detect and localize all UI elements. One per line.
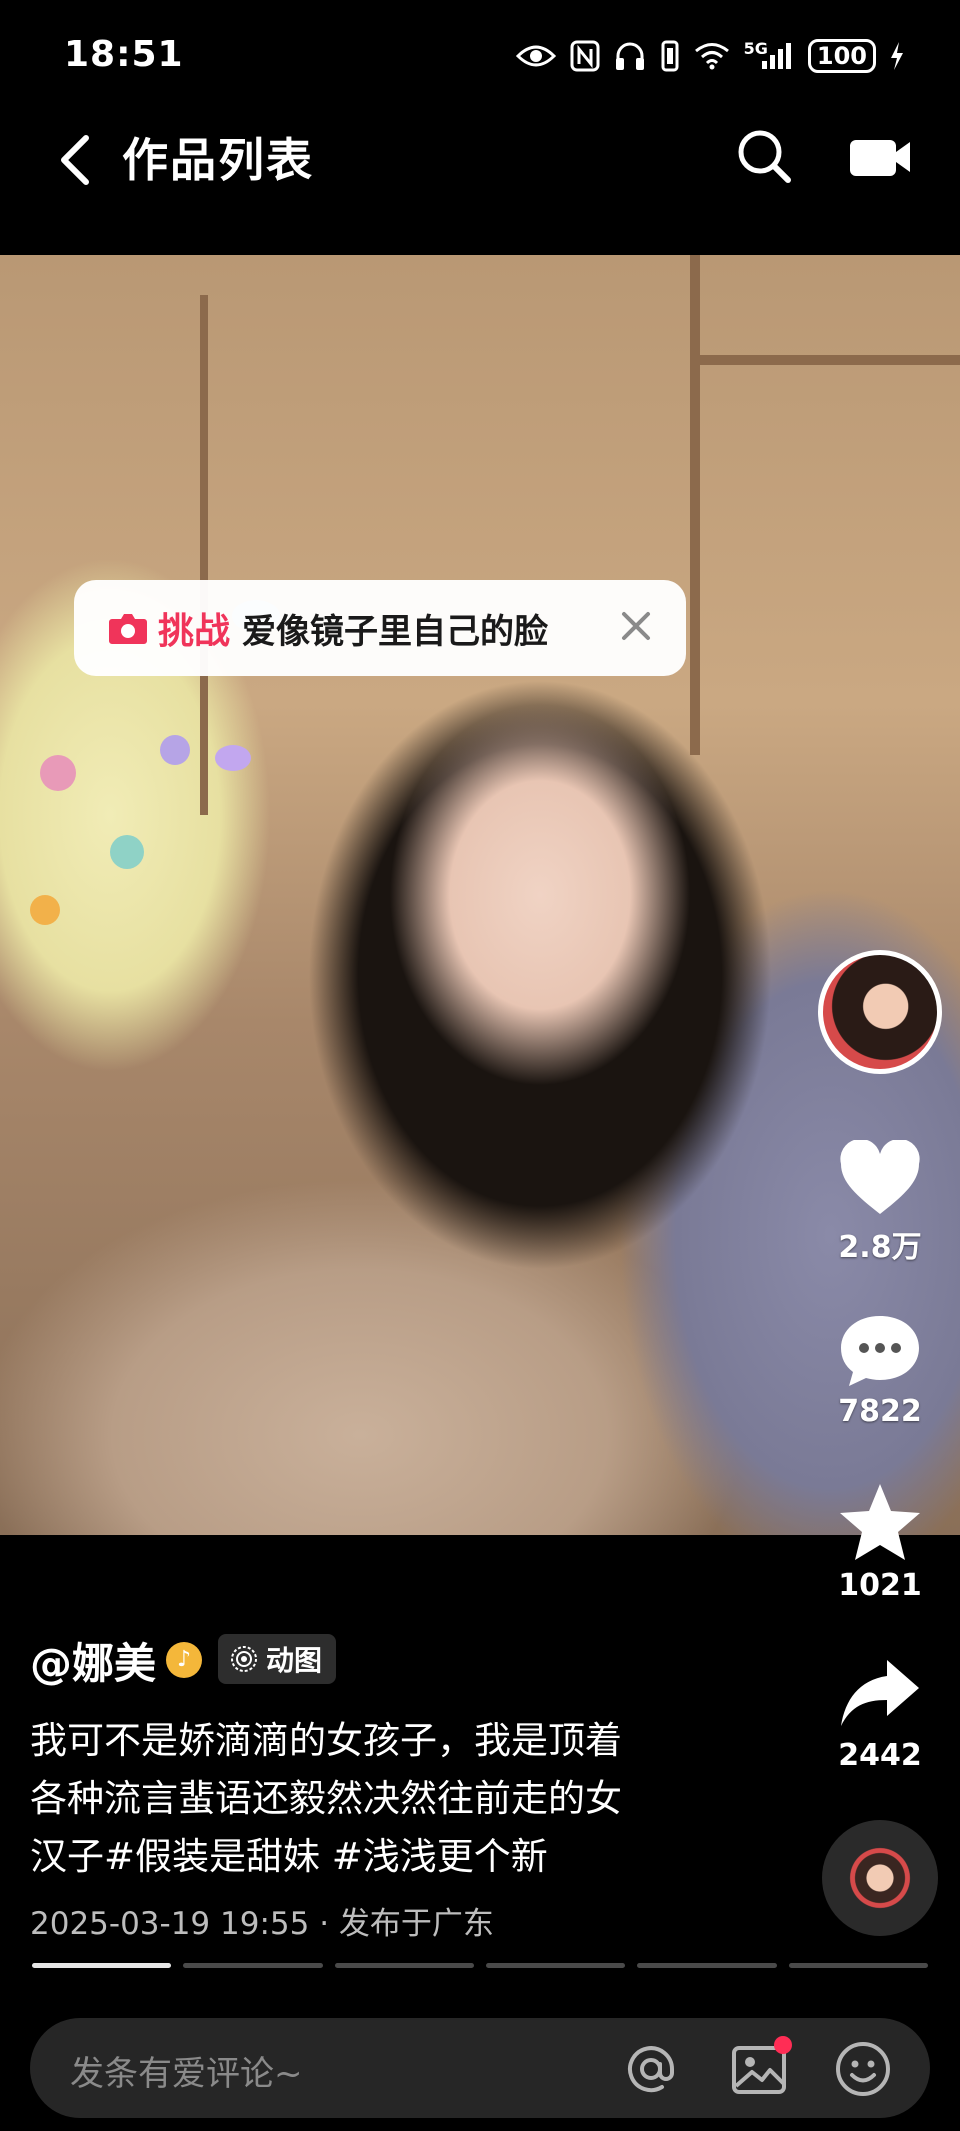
like-button[interactable]: 2.8万 [828, 1140, 932, 1266]
share-button[interactable]: 2442 [828, 1656, 932, 1773]
camera-icon [109, 614, 147, 644]
shelf-edge [690, 355, 960, 365]
hair-clip [215, 745, 251, 771]
nav-bar: 作品列表 [0, 110, 960, 255]
at-mention-icon[interactable] [622, 2040, 680, 2098]
music-disc[interactable] [822, 1820, 938, 1936]
back-button[interactable] [50, 130, 100, 190]
post-image[interactable]: 挑战 爱像镜子里自己的脸 [0, 255, 960, 1535]
back-arrow-icon [61, 135, 89, 185]
author-avatar[interactable] [818, 950, 942, 1074]
post-caption[interactable]: 我可不是娇滴滴的女孩子，我是顶着 各种流言蜚语还毅然决然往前走的女 汉子#假装是… [30, 1712, 730, 1886]
image-progress [32, 1963, 928, 1969]
eye-icon [515, 42, 556, 70]
emoji-icon[interactable] [834, 2040, 892, 2098]
favorite-button[interactable]: 1021 [828, 1482, 932, 1603]
search-icon [738, 130, 791, 183]
like-count: 2.8万 [838, 1230, 922, 1265]
blanket-dot [30, 895, 60, 925]
shelf-edge [690, 255, 700, 755]
blanket-dot [160, 735, 190, 765]
challenge-tag: 挑战 [158, 611, 231, 652]
progress-segment [788, 1963, 928, 1968]
video-camera-icon [850, 140, 910, 176]
favorite-count: 1021 [838, 1568, 922, 1603]
heart-icon [840, 1140, 920, 1214]
battery-indicator: 100 [807, 39, 876, 73]
charging-icon [890, 41, 904, 71]
headphones-icon [614, 41, 646, 71]
music-note-icon: ♪ [166, 1642, 202, 1678]
caption-line: 各种流言蜚语还毅然决然往前走的女 [30, 1777, 622, 1820]
cellular-signal-icon: 5G [743, 38, 794, 71]
star-icon [840, 1484, 920, 1560]
caption-line: 汉子#假装是甜妹 #浅浅更个新 [30, 1835, 548, 1878]
page-title: 作品列表 [122, 133, 314, 187]
progress-segment [183, 1963, 323, 1968]
comment-input[interactable]: 发条有爱评论~ [70, 2046, 303, 2095]
network-label: 5G [743, 38, 768, 58]
search-button[interactable] [736, 128, 792, 184]
comment-bubble-icon [841, 1316, 919, 1386]
progress-segment [485, 1963, 626, 1968]
status-icons: 5G 100 [515, 36, 904, 76]
live-photo-icon [231, 1646, 257, 1672]
share-arrow-icon [841, 1660, 919, 1726]
caption-line: 我可不是娇滴滴的女孩子，我是顶着 [30, 1719, 622, 1762]
challenge-text: 爱像镜子里自己的脸 [242, 611, 549, 652]
comment-button[interactable]: 7822 [828, 1312, 932, 1429]
camera-button[interactable] [848, 132, 912, 182]
nfc-icon [570, 40, 600, 72]
blanket-dot [40, 755, 76, 791]
comment-count: 7822 [838, 1394, 922, 1429]
status-time: 18:51 [64, 34, 184, 75]
status-bar: 18:51 5G 100 [0, 0, 960, 110]
wifi-icon [694, 42, 730, 70]
blanket-dot [110, 835, 144, 869]
progress-segment [32, 1963, 172, 1968]
author-name[interactable]: @娜美 [30, 1630, 156, 1691]
post-meta: 2025-03-19 19:55 · 发布于广东 [30, 1906, 494, 1942]
challenge-banner[interactable]: 挑战 爱像镜子里自己的脸 [74, 580, 686, 676]
progress-segment [637, 1963, 777, 1968]
progress-segment [334, 1963, 474, 1968]
vibrate-icon [660, 40, 680, 72]
share-count: 2442 [838, 1738, 922, 1773]
shelf-edge [200, 295, 208, 815]
notification-dot [774, 2036, 792, 2054]
animated-photo-label: 动图 [266, 1644, 323, 1677]
comment-bar: 发条有爱评论~ [30, 2018, 930, 2118]
close-icon[interactable] [618, 608, 654, 644]
animated-photo-badge: 动图 [218, 1634, 337, 1684]
